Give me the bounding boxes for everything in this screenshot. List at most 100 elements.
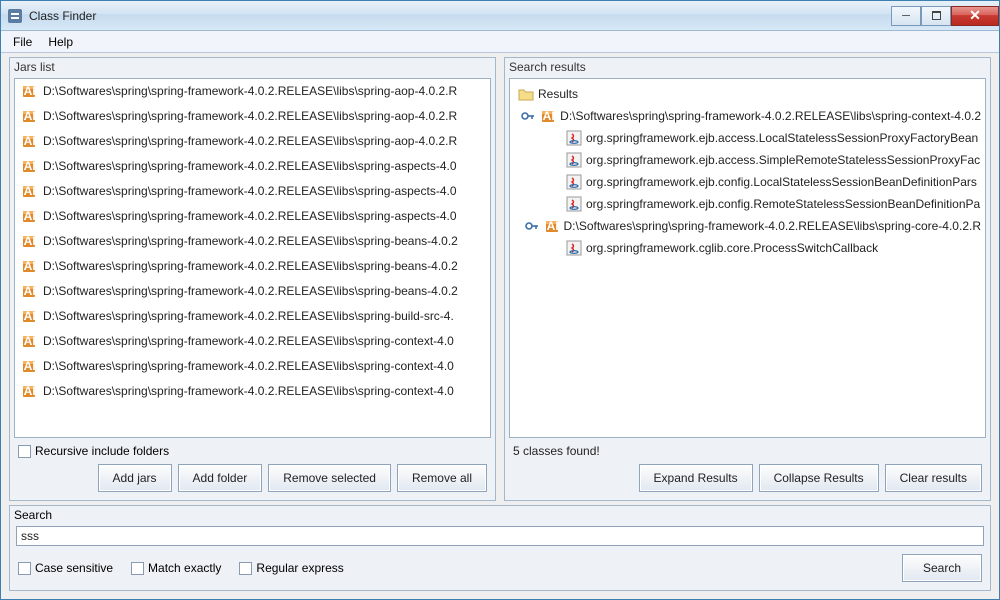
jar-list-item[interactable]: JAR D:\Softwares\spring\spring-framework-… bbox=[15, 254, 490, 279]
add-jars-button[interactable]: Add jars bbox=[98, 464, 172, 492]
result-class-node[interactable]: org.springframework.ejb.access.LocalStat… bbox=[514, 127, 981, 149]
tree-node-label: org.springframework.ejb.access.SimpleRem… bbox=[586, 153, 980, 167]
menu-bar: File Help bbox=[1, 31, 999, 53]
svg-text:JAR: JAR bbox=[21, 84, 37, 98]
window-controls: ─ ✕ bbox=[891, 6, 999, 26]
results-status: 5 classes found! bbox=[505, 438, 990, 462]
remove-all-button[interactable]: Remove all bbox=[397, 464, 487, 492]
remove-selected-button[interactable]: Remove selected bbox=[268, 464, 391, 492]
svg-text:JAR: JAR bbox=[21, 334, 37, 348]
tree-node-icon bbox=[566, 152, 582, 168]
tree-node-icon bbox=[518, 86, 534, 102]
jars-list[interactable]: JAR D:\Softwares\spring\spring-framework-… bbox=[14, 78, 491, 438]
clear-results-button[interactable]: Clear results bbox=[885, 464, 982, 492]
result-class-node[interactable]: org.springframework.ejb.config.LocalStat… bbox=[514, 171, 981, 193]
jars-title: Jars list bbox=[10, 58, 495, 78]
jar-icon: JAR bbox=[21, 283, 37, 299]
jar-icon: JAR bbox=[21, 133, 37, 149]
results-panel: Search results Results JAR D:\Softwares\sp… bbox=[504, 57, 991, 501]
tree-node-icon: JAR bbox=[540, 108, 556, 124]
search-title: Search bbox=[10, 506, 990, 526]
jar-list-item[interactable]: JARD:\Softwares\spring\spring-framework-… bbox=[15, 204, 490, 229]
jar-path: D:\Softwares\spring\spring-framework-4.0… bbox=[43, 384, 454, 398]
minimize-button[interactable]: ─ bbox=[891, 6, 921, 26]
tree-node-label: org.springframework.cglib.core.ProcessSw… bbox=[586, 241, 878, 255]
svg-text:JAR: JAR bbox=[21, 159, 37, 173]
collapse-results-button[interactable]: Collapse Results bbox=[759, 464, 879, 492]
svg-text:JAR: JAR bbox=[21, 134, 37, 148]
jar-list-item[interactable]: JAR D:\Softwares\spring\spring-framework-… bbox=[15, 129, 490, 154]
search-input[interactable] bbox=[16, 526, 984, 546]
add-folder-button[interactable]: Add folder bbox=[178, 464, 263, 492]
menu-file[interactable]: File bbox=[7, 33, 38, 51]
expand-results-button[interactable]: Expand Results bbox=[639, 464, 753, 492]
svg-text:JAR: JAR bbox=[544, 219, 560, 233]
jar-list-item[interactable]: JARD:\Softwares\spring\spring-framework-… bbox=[15, 229, 490, 254]
result-class-node[interactable]: org.springframework.ejb.config.RemoteSta… bbox=[514, 193, 981, 215]
tree-node-label: org.springframework.ejb.config.LocalStat… bbox=[586, 175, 977, 189]
svg-text:JAR: JAR bbox=[21, 309, 37, 323]
jar-list-item[interactable]: JAR D:\Softwares\spring\spring-framework-… bbox=[15, 104, 490, 129]
close-button[interactable]: ✕ bbox=[951, 6, 999, 26]
jar-icon: JAR bbox=[21, 233, 37, 249]
jar-icon: JAR bbox=[21, 308, 37, 324]
results-title: Search results bbox=[505, 58, 990, 78]
regular-expression-checkbox[interactable]: Regular express bbox=[239, 561, 343, 575]
recursive-label: Recursive include folders bbox=[35, 444, 169, 458]
jar-path: D:\Softwares\spring\spring-framework-4.0… bbox=[43, 134, 457, 148]
results-root[interactable]: Results bbox=[514, 83, 981, 105]
app-icon bbox=[7, 8, 23, 24]
results-tree[interactable]: Results JAR D:\Softwares\spring\spring-fra… bbox=[509, 78, 986, 438]
jar-icon: JAR bbox=[21, 383, 37, 399]
jar-list-item[interactable]: JAR D:\Softwares\spring\spring-framework-… bbox=[15, 179, 490, 204]
jar-path: D:\Softwares\spring\spring-framework-4.0… bbox=[43, 309, 454, 323]
case-sensitive-checkbox[interactable]: Case sensitive bbox=[18, 561, 113, 575]
jar-path: D:\Softwares\spring\spring-framework-4.0… bbox=[43, 84, 457, 98]
tree-node-icon bbox=[566, 240, 582, 256]
search-panel: Search Case sensitive Match exactly Regu… bbox=[9, 505, 991, 591]
svg-text:JAR: JAR bbox=[540, 109, 556, 123]
titlebar: Class Finder ─ ✕ bbox=[1, 1, 999, 31]
jar-path: D:\Softwares\spring\spring-framework-4.0… bbox=[43, 209, 457, 223]
jar-path: D:\Softwares\spring\spring-framework-4.0… bbox=[43, 109, 457, 123]
jars-panel: Jars list JAR D:\Softwares\spring\spring-… bbox=[9, 57, 496, 501]
main-split: Jars list JAR D:\Softwares\spring\spring-… bbox=[1, 53, 999, 503]
jar-path: D:\Softwares\spring\spring-framework-4.0… bbox=[43, 184, 457, 198]
jar-list-item[interactable]: JAR D:\Softwares\spring\spring-framework-… bbox=[15, 379, 490, 404]
jar-list-item[interactable]: JARD:\Softwares\spring\spring-framework-… bbox=[15, 279, 490, 304]
svg-text:JAR: JAR bbox=[21, 234, 37, 248]
tree-node-icon bbox=[566, 130, 582, 146]
svg-text:JAR: JAR bbox=[21, 384, 37, 398]
jar-icon: JAR bbox=[21, 83, 37, 99]
maximize-button[interactable] bbox=[921, 6, 951, 26]
match-exactly-checkbox[interactable]: Match exactly bbox=[131, 561, 221, 575]
result-class-node[interactable]: org.springframework.cglib.core.ProcessSw… bbox=[514, 237, 981, 259]
tree-node-label: Results bbox=[538, 87, 578, 101]
jar-icon: JAR bbox=[21, 183, 37, 199]
tree-node-label: D:\Softwares\spring\spring-framework-4.0… bbox=[564, 219, 982, 233]
tree-node-icon: JAR bbox=[544, 218, 560, 234]
jar-path: D:\Softwares\spring\spring-framework-4.0… bbox=[43, 359, 454, 373]
jar-list-item[interactable]: JARD:\Softwares\spring\spring-framework-… bbox=[15, 354, 490, 379]
svg-text:JAR: JAR bbox=[21, 184, 37, 198]
key-icon bbox=[524, 218, 540, 234]
tree-node-label: org.springframework.ejb.access.LocalStat… bbox=[586, 131, 978, 145]
result-jar-node[interactable]: JAR D:\Softwares\spring\spring-framework-… bbox=[514, 215, 981, 237]
jar-list-item[interactable]: JAR D:\Softwares\spring\spring-framework-… bbox=[15, 79, 490, 104]
result-jar-node[interactable]: JARD:\Softwares\spring\spring-framework-… bbox=[514, 105, 981, 127]
jar-list-item[interactable]: JAR D:\Softwares\spring\spring-framework-… bbox=[15, 304, 490, 329]
jar-icon: JAR bbox=[21, 158, 37, 174]
menu-help[interactable]: Help bbox=[42, 33, 79, 51]
search-button[interactable]: Search bbox=[902, 554, 982, 582]
svg-text:JAR: JAR bbox=[21, 259, 37, 273]
key-icon bbox=[520, 108, 536, 124]
jar-path: D:\Softwares\spring\spring-framework-4.0… bbox=[43, 159, 457, 173]
jar-list-item[interactable]: JARD:\Softwares\spring\spring-framework-… bbox=[15, 329, 490, 354]
jar-icon: JAR bbox=[21, 108, 37, 124]
result-class-node[interactable]: org.springframework.ejb.access.SimpleRem… bbox=[514, 149, 981, 171]
jar-icon: JAR bbox=[21, 333, 37, 349]
jar-list-item[interactable]: JAR D:\Softwares\spring\spring-framework-… bbox=[15, 154, 490, 179]
jar-path: D:\Softwares\spring\spring-framework-4.0… bbox=[43, 259, 458, 273]
recursive-checkbox[interactable]: Recursive include folders bbox=[18, 444, 169, 458]
svg-text:JAR: JAR bbox=[21, 109, 37, 123]
